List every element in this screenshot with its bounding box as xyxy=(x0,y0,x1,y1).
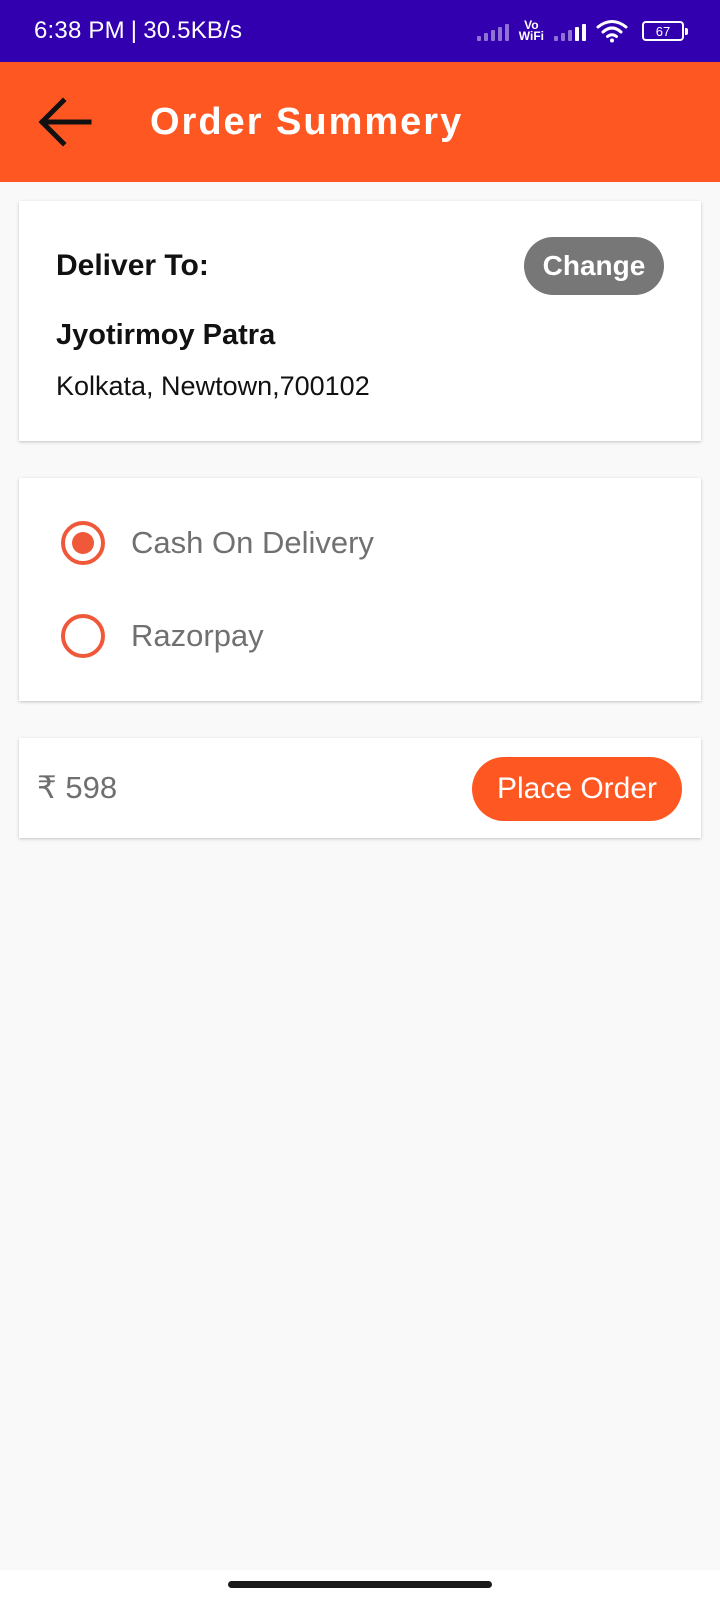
address-card: Deliver To: Change Jyotirmoy Patra Kolka… xyxy=(19,201,701,441)
change-address-button[interactable]: Change xyxy=(524,237,664,295)
home-indicator[interactable] xyxy=(228,1581,492,1588)
status-left: 6:38 PM | 30.5KB/s xyxy=(34,17,242,45)
deliver-to-label: Deliver To: xyxy=(56,249,209,282)
order-total-card: ₹ 598 Place Order xyxy=(19,738,701,838)
payment-option-label: Razorpay xyxy=(131,618,264,653)
status-separator: | xyxy=(130,17,138,44)
back-button[interactable] xyxy=(30,87,100,157)
app-bar: Order Summery xyxy=(0,62,720,182)
radio-checked-icon[interactable] xyxy=(61,521,105,565)
status-time: 6:38 PM xyxy=(34,17,125,44)
signal-icon xyxy=(476,21,509,41)
payment-option-razorpay[interactable]: Razorpay xyxy=(61,614,264,658)
vowifi-bottom: WiFi xyxy=(518,29,544,43)
battery-level: 67 xyxy=(655,23,671,39)
customer-name: Jyotirmoy Patra xyxy=(56,319,276,351)
total-amount: ₹ 598 xyxy=(37,770,118,805)
customer-address: Kolkata, Newtown,700102 xyxy=(56,371,370,401)
battery-icon: 67 xyxy=(642,21,688,41)
wifi-icon xyxy=(596,20,628,43)
radio-unchecked-icon[interactable] xyxy=(61,614,105,658)
status-bar: 6:38 PM | 30.5KB/s Vo WiFi 67 xyxy=(0,0,720,62)
signal-icon-2 xyxy=(554,21,586,41)
payment-method-card: Cash On Delivery Razorpay xyxy=(19,478,701,701)
status-net-speed: 30.5KB/s xyxy=(143,17,243,44)
payment-option-label: Cash On Delivery xyxy=(131,525,374,560)
arrow-left-icon xyxy=(38,97,92,147)
status-right: Vo WiFi 67 xyxy=(476,19,688,43)
page-title: Order Summery xyxy=(150,100,464,143)
place-order-button[interactable]: Place Order xyxy=(472,757,682,821)
payment-option-cod[interactable]: Cash On Delivery xyxy=(61,521,374,565)
vowifi-icon: Vo WiFi xyxy=(518,19,544,43)
